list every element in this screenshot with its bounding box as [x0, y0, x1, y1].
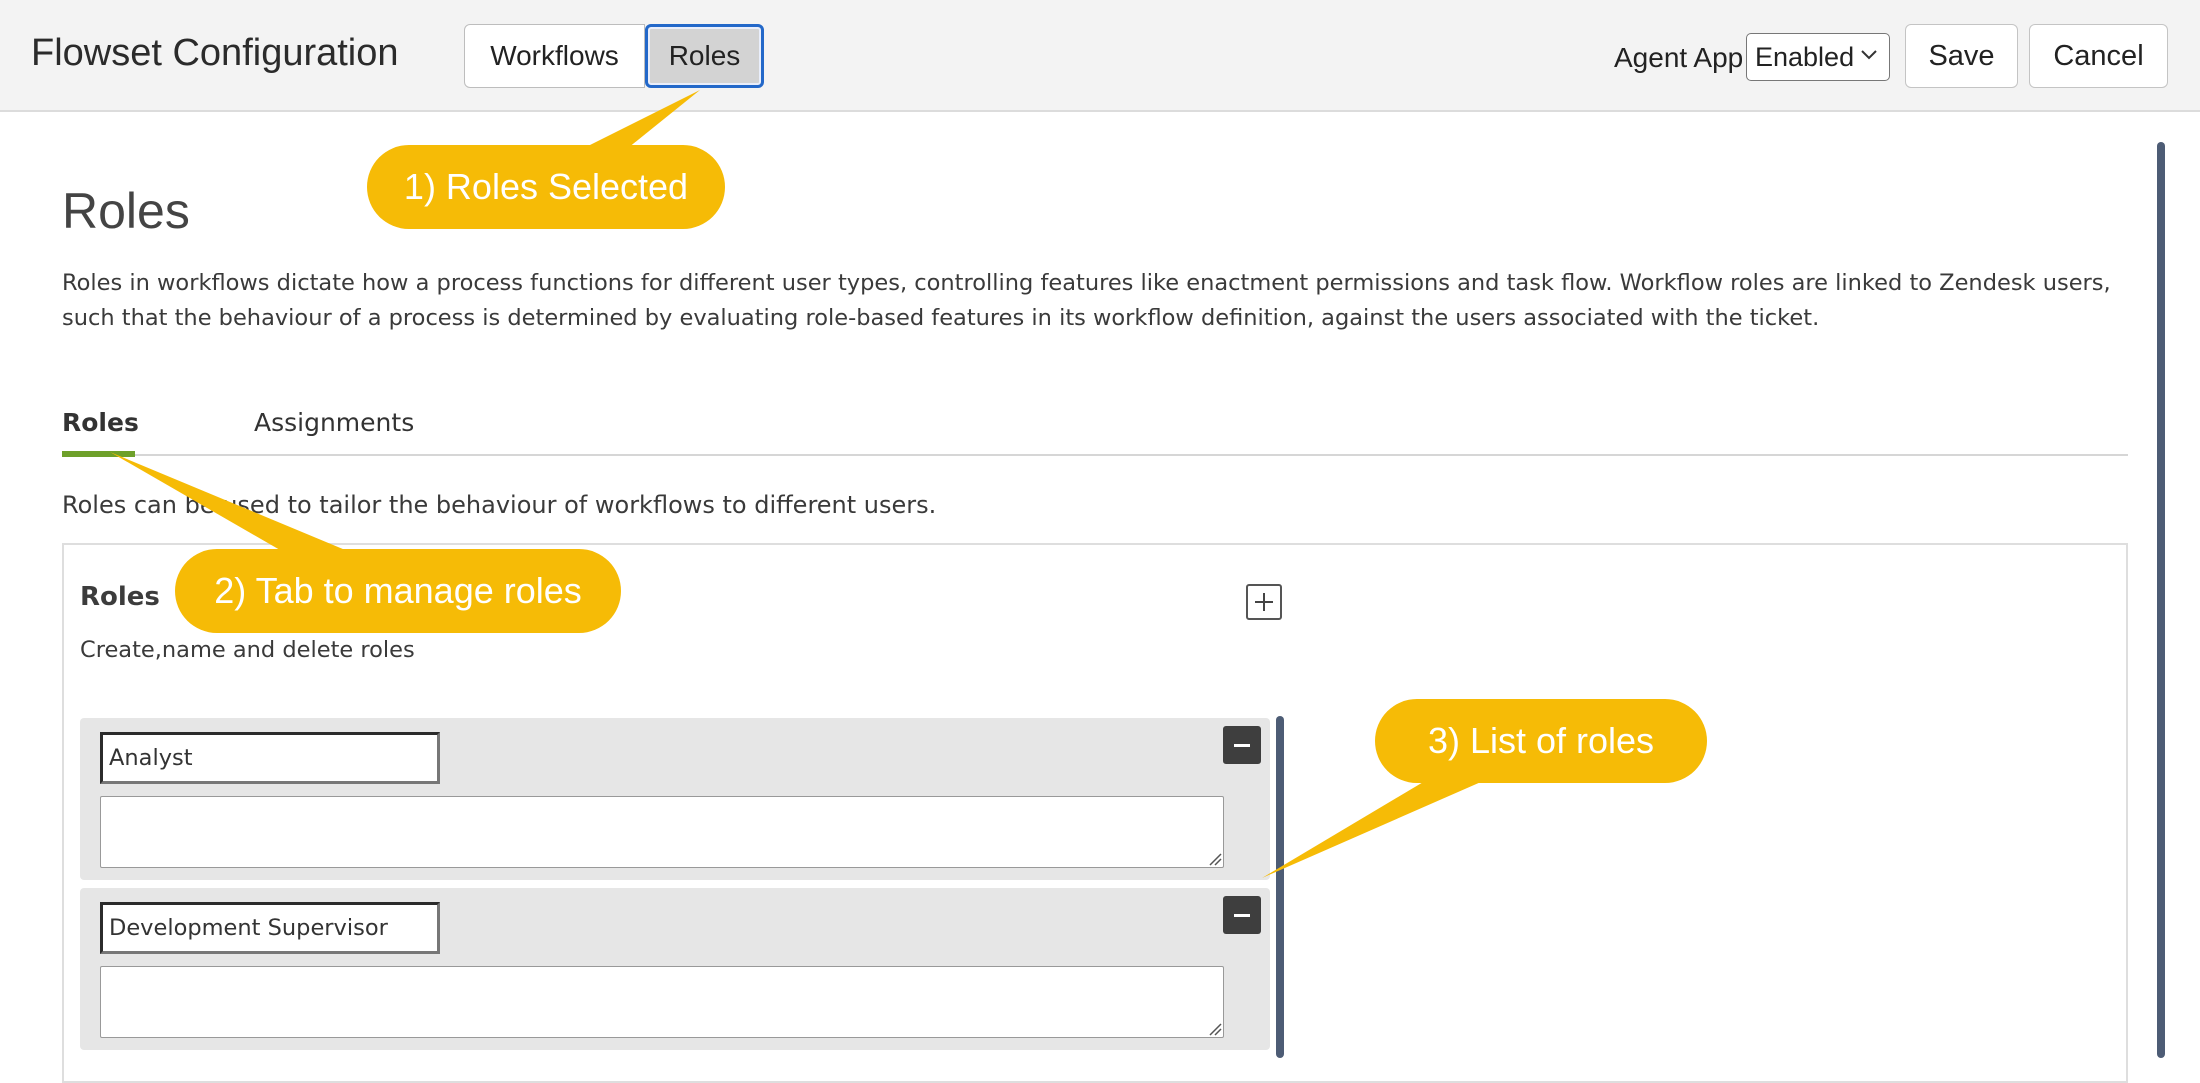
- callout-roles-selected: 1) Roles Selected: [367, 145, 725, 229]
- page-scrollbar[interactable]: [2157, 142, 2165, 1058]
- roles-help-text: Roles can be used to tailor the behaviou…: [62, 491, 937, 519]
- role-name-input[interactable]: Analyst: [100, 732, 440, 784]
- plus-icon: [1255, 593, 1273, 611]
- roles-panel-title: Roles: [80, 582, 160, 612]
- save-button[interactable]: Save: [1905, 24, 2018, 88]
- resize-handle-icon[interactable]: [1208, 852, 1222, 866]
- tab-workflows[interactable]: Workflows: [464, 24, 645, 88]
- callout-tab-manage-roles: 2) Tab to manage roles: [175, 549, 621, 633]
- page-title: Roles: [62, 183, 190, 239]
- role-description-textarea[interactable]: [100, 796, 1224, 868]
- agent-app-select[interactable]: Enabled: [1746, 33, 1890, 81]
- tab-roles[interactable]: Roles: [645, 24, 764, 88]
- app-title: Flowset Configuration: [31, 32, 399, 74]
- callout-list-of-roles: 3) List of roles: [1375, 699, 1707, 783]
- add-role-button[interactable]: [1246, 584, 1282, 620]
- top-bar: Flowset Configuration Workflows Roles Ag…: [0, 0, 2200, 112]
- remove-role-button[interactable]: [1223, 726, 1261, 764]
- chevron-down-icon: [1861, 50, 1877, 60]
- subtab-assignments[interactable]: Assignments: [254, 408, 414, 437]
- page-description: Roles in workflows dictate how a process…: [62, 270, 2111, 331]
- role-card: Analyst: [80, 718, 1270, 880]
- cancel-button[interactable]: Cancel: [2029, 24, 2168, 88]
- role-name-input[interactable]: Development Supervisor: [100, 902, 440, 954]
- role-card: Development Supervisor: [80, 888, 1270, 1050]
- agent-app-select-value: Enabled: [1755, 41, 1855, 72]
- roles-list-scrollbar[interactable]: [1276, 716, 1284, 1058]
- tab-divider: [62, 454, 2128, 456]
- agent-app-label: Agent App: [1614, 42, 1744, 73]
- roles-panel-subtitle: Create,name and delete roles: [80, 637, 415, 663]
- resize-handle-icon[interactable]: [1208, 1022, 1222, 1036]
- subtab-roles[interactable]: Roles: [62, 408, 139, 437]
- role-description-textarea[interactable]: [100, 966, 1224, 1038]
- active-tab-indicator: [62, 451, 135, 457]
- remove-role-button[interactable]: [1223, 896, 1261, 934]
